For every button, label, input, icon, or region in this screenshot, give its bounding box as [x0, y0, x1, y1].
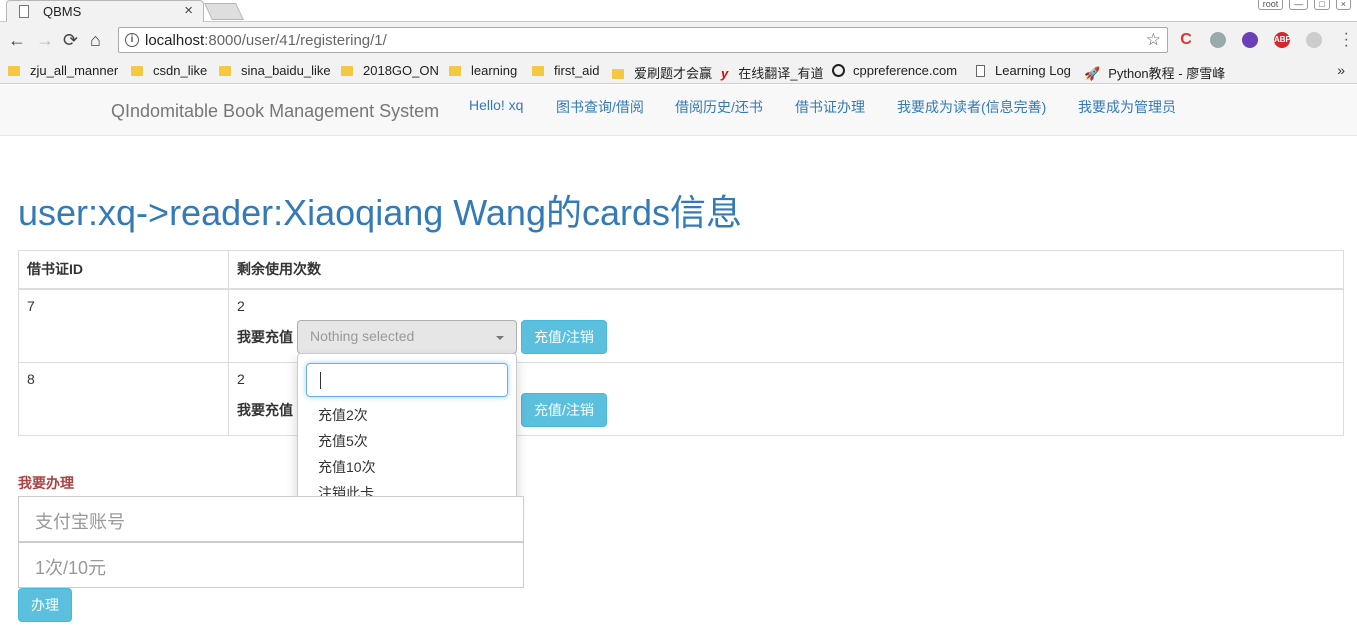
nav-hello-user[interactable]: Hello! xq: [469, 97, 523, 113]
reload-icon[interactable]: ⟳: [63, 30, 78, 50]
recharge-label: 我要充值: [237, 328, 293, 345]
table-header-row: 借书证ID 剩余使用次数: [18, 250, 1344, 290]
column-header-card-id: 借书证ID: [18, 250, 229, 290]
extension-globe-icon[interactable]: [1210, 32, 1226, 48]
recharge-cancel-button[interactable]: 充值/注销: [521, 392, 607, 427]
dropdown-options: 充值2次 充值5次 充值10次 注销此卡: [298, 402, 516, 506]
bookmark-link[interactable]: cppreference.com: [832, 63, 957, 78]
remaining-count: 2: [237, 297, 245, 314]
close-window-button[interactable]: ×: [1335, 0, 1351, 10]
back-arrow-icon[interactable]: ←: [8, 30, 26, 50]
card-id-cell: 7: [18, 288, 229, 363]
dropdown-option[interactable]: 充值5次: [298, 428, 516, 454]
table-row: 7 2 我要充值 Nothing selected 充值/注销: [18, 288, 1344, 363]
bookmark-link[interactable]: Learning Log: [976, 63, 1071, 78]
page-icon: [19, 5, 29, 18]
nav-borrow-history[interactable]: 借阅历史/还书: [675, 97, 763, 117]
extension-sync-icon[interactable]: [1306, 32, 1322, 48]
bookmark-folder[interactable]: first_aid: [532, 63, 600, 78]
apply-submit-button[interactable]: 办理: [18, 588, 72, 622]
minimize-button[interactable]: —: [1289, 0, 1309, 10]
url-text: localhost:8000/user/41/registering/1/: [145, 32, 387, 49]
new-tab-button[interactable]: [204, 3, 244, 20]
recharge-cancel-button[interactable]: 充值/注销: [521, 319, 607, 354]
column-header-remaining: 剩余使用次数: [228, 250, 1344, 290]
recharge-dropdown-menu: 充值2次 充值5次 充值10次 注销此卡: [297, 353, 517, 511]
recharge-select[interactable]: Nothing selected: [297, 319, 517, 354]
page-title: user:xq->reader:Xiaoqiang Wang的cards信息: [18, 192, 743, 233]
bookmark-folder[interactable]: zju_all_manner: [8, 63, 118, 78]
bookmark-folder[interactable]: learning: [449, 63, 517, 78]
browser-tab[interactable]: QBMS ×: [6, 0, 204, 22]
tab-close-icon[interactable]: ×: [184, 2, 193, 19]
extension-c-icon[interactable]: C: [1178, 32, 1194, 48]
folder-icon: [612, 69, 624, 79]
bookmarks-bar: zju_all_manner csdn_like sina_baidu_like…: [0, 58, 1357, 84]
bookmark-folder[interactable]: csdn_like: [131, 63, 207, 78]
profile-button[interactable]: root: [1257, 0, 1284, 10]
adblock-icon[interactable]: ABP: [1274, 32, 1291, 48]
window-controls: root — □ ×: [1257, 0, 1351, 10]
youdao-icon: y: [721, 66, 729, 81]
home-icon[interactable]: ⌂: [90, 30, 101, 50]
address-bar[interactable]: i localhost:8000/user/41/registering/1/ …: [118, 27, 1168, 53]
site-navbar: QIndomitable Book Management System Hell…: [0, 85, 1357, 136]
select-placeholder: Nothing selected: [310, 327, 415, 344]
alipay-account-input[interactable]: 支付宝账号: [18, 496, 524, 542]
page-icon: [976, 65, 985, 77]
folder-icon: [532, 66, 544, 76]
tab-title: QBMS: [43, 4, 82, 19]
dropdown-option[interactable]: 充值2次: [298, 402, 516, 428]
folder-icon: [449, 66, 461, 76]
folder-icon: [8, 66, 20, 76]
card-id-cell: 8: [18, 361, 229, 436]
info-icon[interactable]: i: [125, 33, 139, 47]
dropdown-search-input[interactable]: [306, 363, 508, 397]
recharge-label: 我要充值: [237, 401, 293, 418]
recharge-form: 我要充值 Nothing selected 充值/注销: [237, 319, 1335, 354]
nav-become-reader[interactable]: 我要成为读者(信息完善): [897, 97, 1046, 117]
rocket-icon: 🚀: [1084, 66, 1101, 81]
price-input[interactable]: 1次/10元: [18, 542, 524, 588]
bookmark-folder[interactable]: 2018GO_ON: [341, 63, 439, 78]
bookmark-star-icon[interactable]: ☆: [1146, 30, 1161, 50]
nav-book-search[interactable]: 图书查询/借阅: [556, 97, 644, 117]
remaining-cell: 2 我要充值 Nothing selected 充值/注销: [228, 288, 1344, 363]
cppreference-icon: [832, 64, 845, 77]
cards-table: 借书证ID 剩余使用次数 7 2 我要充值 Nothing selected 充…: [18, 250, 1344, 436]
nav-become-admin[interactable]: 我要成为管理员: [1078, 97, 1176, 117]
bookmark-link[interactable]: 🚀 Python教程 - 廖雪峰: [1084, 63, 1225, 82]
folder-icon: [131, 66, 143, 76]
browser-toolbar: ← → ⟳ ⌂ i localhost:8000/user/41/registe…: [0, 22, 1357, 58]
caret-down-icon: [496, 335, 504, 340]
folder-icon: [219, 66, 231, 76]
folder-icon: [341, 66, 353, 76]
bookmarks-overflow-icon[interactable]: »: [1337, 62, 1345, 78]
bookmark-link[interactable]: y 在线翻译_有道: [721, 63, 823, 82]
table-row: 8 2 我要充值 充值/注销: [18, 361, 1344, 436]
nav-card-apply[interactable]: 借书证办理: [795, 97, 865, 117]
site-brand[interactable]: QIndomitable Book Management System: [111, 101, 439, 122]
dropdown-option[interactable]: 充值10次: [298, 454, 516, 480]
extension-cloud-icon[interactable]: [1242, 32, 1258, 48]
browser-menu-icon[interactable]: · · ·: [1344, 26, 1349, 54]
apply-section-label: 我要办理: [18, 475, 74, 491]
bookmark-folder[interactable]: sina_baidu_like: [219, 63, 331, 78]
maximize-button[interactable]: □: [1314, 0, 1330, 10]
text-cursor: [320, 372, 321, 389]
tab-strip: QBMS × root — □ ×: [0, 0, 1357, 22]
forward-arrow-icon[interactable]: →: [36, 30, 54, 50]
bookmark-folder[interactable]: 爱刷题才会赢: [612, 63, 712, 82]
